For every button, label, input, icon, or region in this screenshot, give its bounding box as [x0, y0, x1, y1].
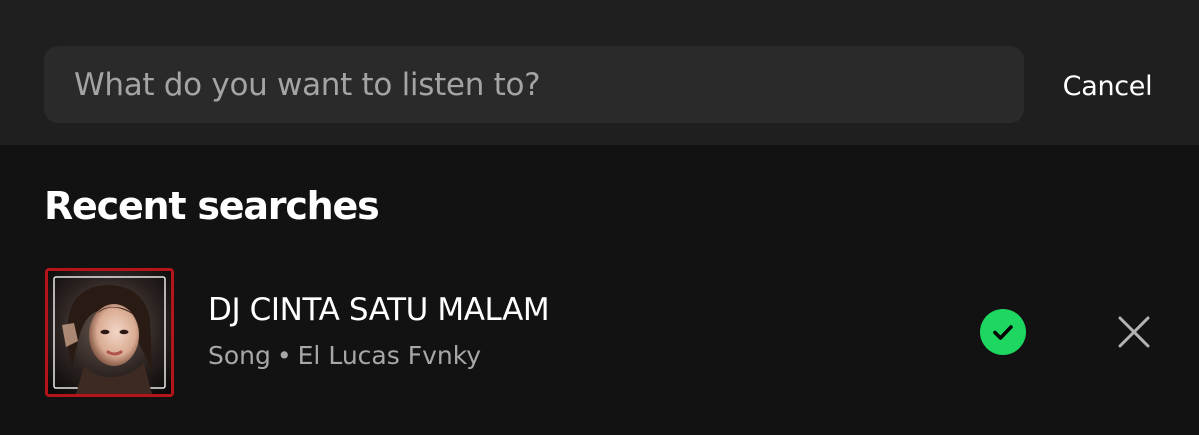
search-header: Cancel: [0, 0, 1199, 145]
cancel-button[interactable]: Cancel: [1040, 60, 1175, 114]
search-input[interactable]: [74, 46, 1024, 123]
close-icon: [1118, 316, 1150, 348]
album-artwork: [45, 268, 174, 397]
separator: •: [276, 341, 292, 370]
remove-item-button[interactable]: [1106, 304, 1162, 360]
recent-search-item[interactable]: DJ CINTA SATU MALAM Song • El Lucas Fvnky: [0, 258, 1199, 408]
item-type: Song: [208, 341, 271, 370]
search-box[interactable]: [44, 46, 1024, 123]
album-artwork-image: [48, 271, 171, 394]
song-subtitle: Song • El Lucas Fvnky: [208, 336, 481, 376]
artist-name: El Lucas Fvnky: [297, 341, 482, 370]
check-glyph: [993, 325, 1013, 340]
check-circle-icon[interactable]: [980, 309, 1026, 355]
recent-searches-title: Recent searches: [44, 184, 380, 228]
song-title: DJ CINTA SATU MALAM: [208, 292, 550, 328]
